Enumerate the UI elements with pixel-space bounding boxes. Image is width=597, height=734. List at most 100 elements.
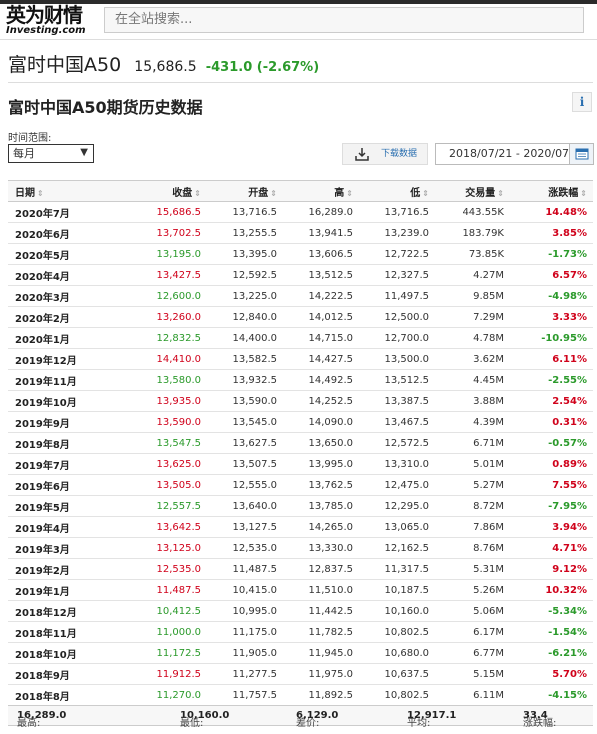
col-header-open[interactable]: 开盘 ⇕ xyxy=(207,180,283,202)
cell-pct: 3.33% xyxy=(510,306,593,328)
cell-high: 13,995.0 xyxy=(283,453,359,475)
cell-high: 13,606.5 xyxy=(283,243,359,265)
cell-low: 11,317.5 xyxy=(359,558,435,580)
history-table: 日期 ⇕ 收盘 ⇕ 开盘 ⇕ 高 ⇕ 低 ⇕ 交易量 ⇕ 涨跌幅 ⇕ 2020年7月 15,68… xyxy=(8,180,593,706)
cell-high: 13,785.0 xyxy=(283,495,359,517)
col-header-close[interactable]: 收盘 ⇕ xyxy=(116,180,207,202)
cell-pct: -5.34% xyxy=(510,600,593,622)
cell-close: 13,547.5 xyxy=(116,432,207,454)
cell-vol: 6.17M xyxy=(435,621,510,643)
table-row: 2020年6月 13,702.5 13,255.5 13,941.5 13,239.0 1… xyxy=(8,222,593,244)
cell-open: 11,487.5 xyxy=(207,558,283,580)
cell-high: 16,289.0 xyxy=(283,201,359,223)
cell-close: 13,260.0 xyxy=(116,306,207,328)
date-range-value: 2018/07/21 - 2020/07/10 xyxy=(449,147,587,160)
cell-vol: 4.39M xyxy=(435,411,510,433)
table-header-row: 日期 ⇕ 收盘 ⇕ 开盘 ⇕ 高 ⇕ 低 ⇕ 交易量 ⇕ 涨跌幅 ⇕ xyxy=(8,180,593,202)
instrument-name: 富时中国A50 xyxy=(8,54,122,76)
cell-high: 14,012.5 xyxy=(283,306,359,328)
col-header-change-pct[interactable]: 涨跌幅 ⇕ xyxy=(510,180,593,202)
chevron-down-icon: ▼ xyxy=(80,147,88,158)
cell-open: 13,582.5 xyxy=(207,348,283,370)
summary-low: 最低: 10,160.0 xyxy=(180,710,230,729)
cell-vol: 4.78M xyxy=(435,327,510,349)
cell-high: 14,492.5 xyxy=(283,369,359,391)
cell-date: 2019年12月 xyxy=(8,348,116,370)
search-input[interactable]: 在全站搜索... xyxy=(104,7,584,33)
table-row: 2018年12月 10,412.5 10,995.0 11,442.5 10,160.0… xyxy=(8,600,593,622)
col-header-high[interactable]: 高 ⇕ xyxy=(283,180,359,202)
date-range-picker[interactable]: 2018/07/21 - 2020/07/10 xyxy=(435,143,594,165)
cell-open: 11,905.0 xyxy=(207,642,283,664)
col-header-date[interactable]: 日期 ⇕ xyxy=(8,180,116,202)
cell-close: 13,195.0 xyxy=(116,243,207,265)
cell-high: 11,510.0 xyxy=(283,579,359,601)
cell-low: 13,467.5 xyxy=(359,411,435,433)
cell-pct: -10.95% xyxy=(510,327,593,349)
summary-avg: 平均: 12,917.1 xyxy=(407,710,457,729)
cell-close: 13,702.5 xyxy=(116,222,207,244)
cell-low: 10,160.0 xyxy=(359,600,435,622)
cell-low: 12,700.0 xyxy=(359,327,435,349)
cell-low: 13,500.0 xyxy=(359,348,435,370)
cell-close: 15,686.5 xyxy=(116,201,207,223)
calendar-icon[interactable] xyxy=(569,144,593,164)
cell-close: 12,832.5 xyxy=(116,327,207,349)
cell-high: 14,265.0 xyxy=(283,516,359,538)
cell-pct: -0.57% xyxy=(510,432,593,454)
cell-close: 13,427.5 xyxy=(116,264,207,286)
period-select[interactable]: 每月 ▼ xyxy=(8,144,94,163)
info-icon[interactable]: i xyxy=(572,92,592,112)
top-bar: 英为财情 Investing.com 在全站搜索... xyxy=(0,0,597,40)
table-row: 2019年9月 13,590.0 13,545.0 14,090.0 13,467.5 4… xyxy=(8,411,593,433)
cell-low: 11,497.5 xyxy=(359,285,435,307)
table-row: 2019年2月 12,535.0 11,487.5 12,837.5 11,317.5 5… xyxy=(8,558,593,580)
cell-date: 2020年2月 xyxy=(8,306,116,328)
cell-low: 10,680.0 xyxy=(359,642,435,664)
range-label: 时间范围: xyxy=(8,133,52,144)
cell-pct: 0.89% xyxy=(510,453,593,475)
cell-close: 13,642.5 xyxy=(116,516,207,538)
table-row: 2020年7月 15,686.5 13,716.5 16,289.0 13,716.5 4… xyxy=(8,201,593,223)
cell-vol: 5.01M xyxy=(435,453,510,475)
page-title: 富时中国A50期货历史数据 xyxy=(8,98,203,117)
cell-vol: 7.86M xyxy=(435,516,510,538)
cell-low: 10,637.5 xyxy=(359,663,435,685)
cell-low: 13,065.0 xyxy=(359,516,435,538)
cell-high: 13,512.5 xyxy=(283,264,359,286)
cell-date: 2018年11月 xyxy=(8,621,116,643)
cell-vol: 443.55K xyxy=(435,201,510,223)
cell-vol: 73.85K xyxy=(435,243,510,265)
cell-date: 2019年6月 xyxy=(8,474,116,496)
cell-close: 13,590.0 xyxy=(116,411,207,433)
period-select-value: 每月 xyxy=(13,147,35,160)
table-row: 2019年6月 13,505.0 12,555.0 13,762.5 12,475.0 5… xyxy=(8,474,593,496)
quote-header: 富时中国A50 15,686.5 -431.0 (-2.67%) xyxy=(8,50,588,80)
cell-open: 11,757.5 xyxy=(207,684,283,706)
cell-pct: 6.11% xyxy=(510,348,593,370)
col-header-low[interactable]: 低 ⇕ xyxy=(359,180,435,202)
cell-low: 13,387.5 xyxy=(359,390,435,412)
table-row: 2020年4月 13,427.5 12,592.5 13,512.5 12,327.5 4… xyxy=(8,264,593,286)
col-header-volume[interactable]: 交易量 ⇕ xyxy=(435,180,510,202)
cell-vol: 3.88M xyxy=(435,390,510,412)
cell-close: 12,600.0 xyxy=(116,285,207,307)
cell-vol: 5.06M xyxy=(435,600,510,622)
cell-open: 13,716.5 xyxy=(207,201,283,223)
cell-vol: 8.72M xyxy=(435,495,510,517)
cell-vol: 6.11M xyxy=(435,684,510,706)
cell-date: 2019年3月 xyxy=(8,537,116,559)
cell-high: 13,650.0 xyxy=(283,432,359,454)
table-row: 2018年10月 11,172.5 11,905.0 11,945.0 10,680.0… xyxy=(8,642,593,664)
cell-close: 12,557.5 xyxy=(116,495,207,517)
download-data-button[interactable]: 下载数据 xyxy=(342,143,428,165)
cell-low: 10,802.5 xyxy=(359,621,435,643)
cell-open: 12,535.0 xyxy=(207,537,283,559)
site-logo[interactable]: 英为财情 Investing.com xyxy=(6,4,100,36)
cell-date: 2019年4月 xyxy=(8,516,116,538)
summary-pct: 涨跌幅: 33.4 xyxy=(523,710,557,729)
cell-high: 14,427.5 xyxy=(283,348,359,370)
cell-close: 13,580.0 xyxy=(116,369,207,391)
cell-low: 13,239.0 xyxy=(359,222,435,244)
summary-row: 最高: 16,289.0 最低: 10,160.0 差价: 6,129.0 平均… xyxy=(8,705,593,729)
